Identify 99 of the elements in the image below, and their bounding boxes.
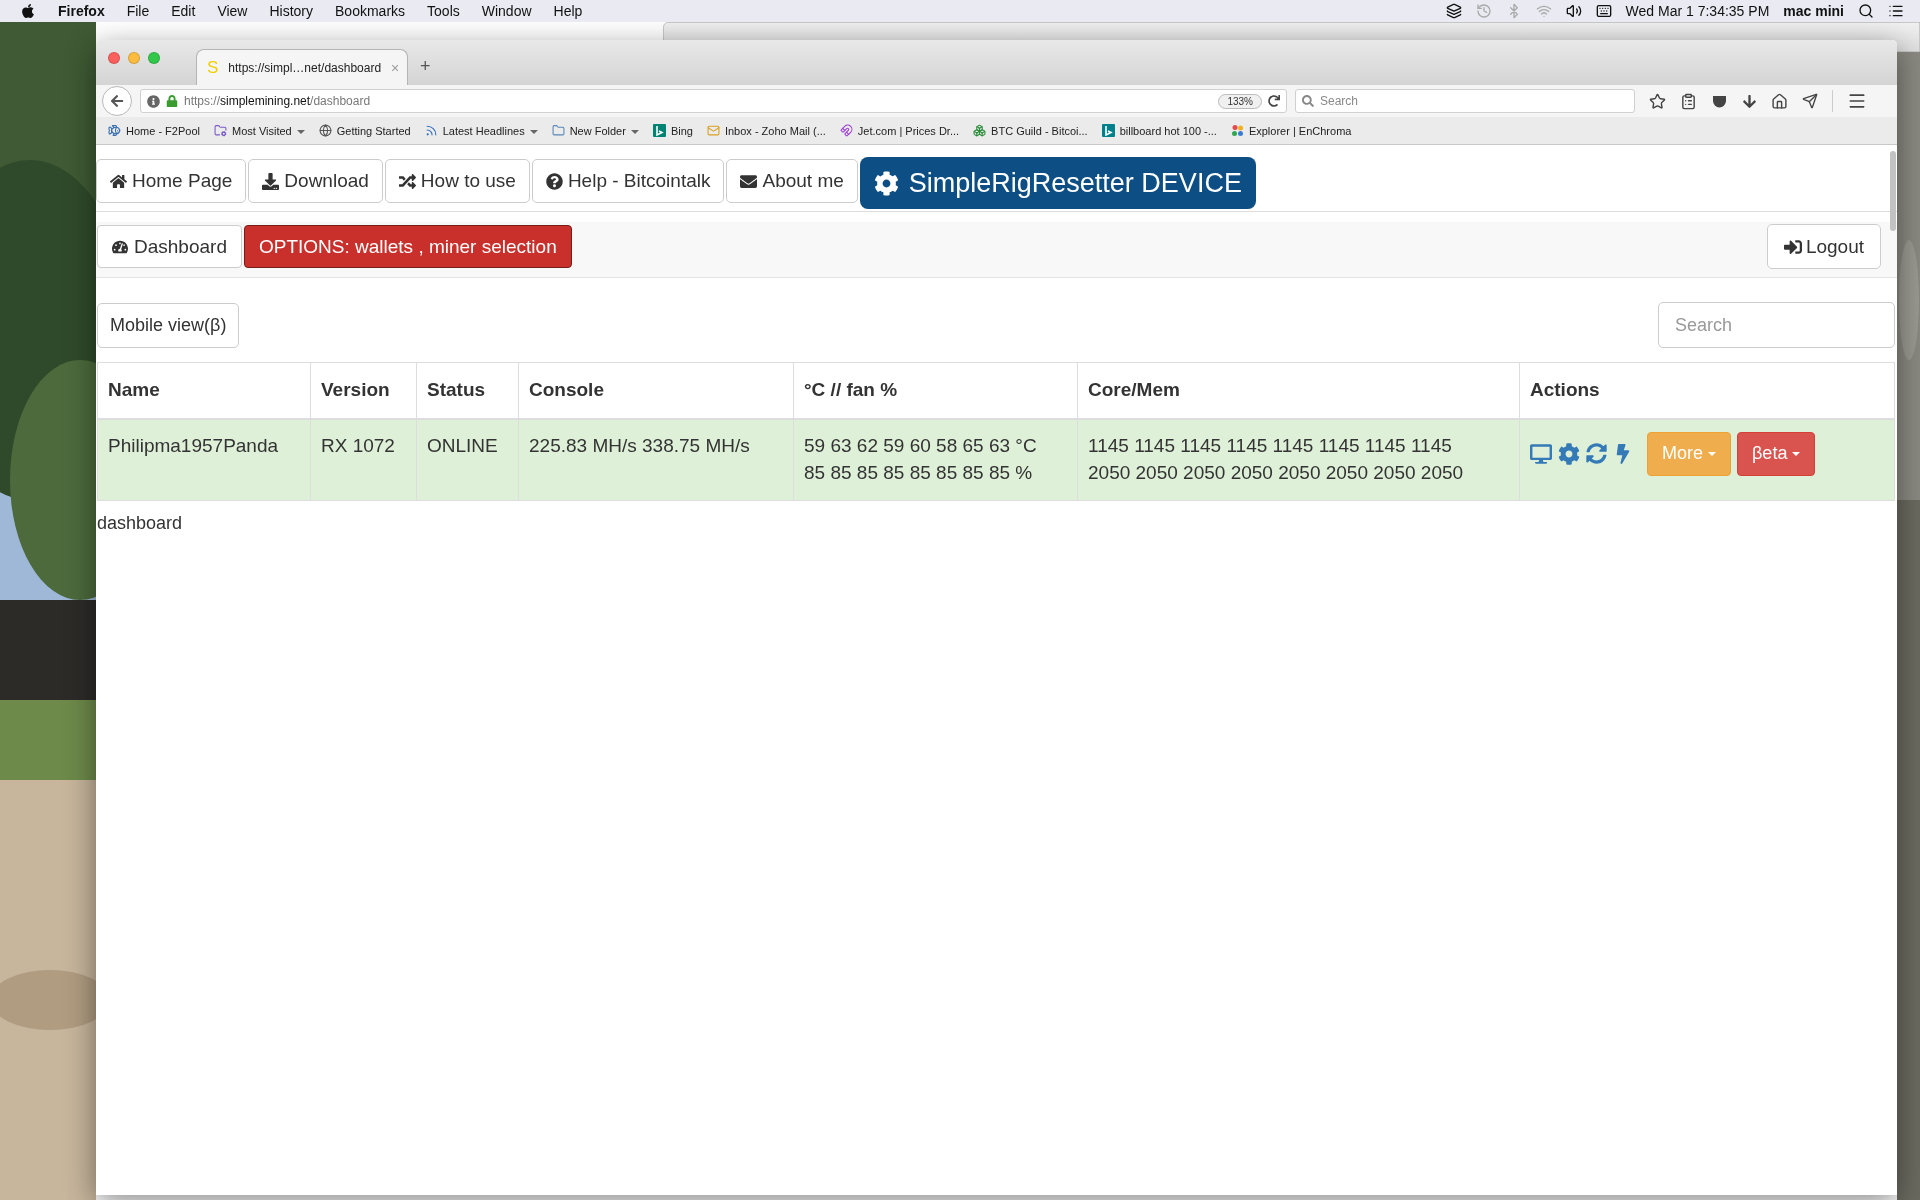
address-bar[interactable]: https://simplemining.net/dashboard 133%	[140, 89, 1287, 113]
layers-icon[interactable]	[1445, 3, 1462, 19]
rss-icon	[424, 124, 438, 137]
search-placeholder: Search	[1320, 94, 1359, 108]
star-icon[interactable]	[1649, 92, 1666, 110]
bookmark[interactable]: Bing	[652, 124, 693, 137]
bookmark[interactable]: Latest Headlines	[424, 124, 538, 137]
table-cell: 225.83 MH/s 338.75 MH/s	[518, 418, 794, 500]
beta-dropdown-button[interactable]: βeta	[1737, 431, 1816, 476]
send-icon[interactable]	[1802, 93, 1818, 109]
gear-icon	[873, 170, 899, 196]
blocks-icon	[973, 124, 987, 137]
keyboard-icon[interactable]	[1595, 3, 1612, 19]
nav-button[interactable]: About me	[726, 159, 858, 203]
table-cell: 59 63 62 59 60 58 65 63 °C 85 85 85 85 85 85 85 85 %	[793, 418, 1078, 500]
dots-icon	[1230, 124, 1244, 137]
column-header[interactable]: °C // fan %	[793, 362, 1078, 419]
bookmark[interactable]: Jet.com | Prices Dr...	[839, 124, 960, 137]
bookmark[interactable]: Inbox - Zoho Mail (...	[706, 124, 826, 137]
table-cell: ONLINE	[416, 418, 519, 500]
column-header[interactable]: Version	[310, 362, 417, 419]
column-header[interactable]: Core/Mem	[1077, 362, 1520, 419]
reload-icon[interactable]	[1268, 95, 1280, 107]
column-header[interactable]: Status	[416, 362, 519, 419]
tab-title: https://simpl…net/dashboard	[228, 60, 382, 75]
folder-icon	[551, 124, 565, 137]
column-header[interactable]: Name	[97, 362, 311, 419]
search-field[interactable]: Search	[1658, 302, 1895, 348]
favicon: S	[207, 57, 219, 78]
menu-icon[interactable]	[1847, 91, 1867, 111]
footer-text: dashboard	[96, 511, 184, 535]
envelope-icon	[706, 124, 720, 137]
folder-icon	[214, 124, 227, 137]
close-icon[interactable]	[108, 52, 120, 64]
envelope-icon	[740, 172, 758, 190]
menu-item[interactable]: Help	[553, 3, 583, 19]
home-icon[interactable]	[1771, 92, 1788, 110]
zoom-badge[interactable]: 133%	[1218, 93, 1262, 109]
bookmark[interactable]: billboard hot 100 -...	[1101, 124, 1217, 137]
login-icon	[1783, 237, 1802, 256]
bookmark[interactable]: New Folder	[551, 124, 639, 137]
shuffle-icon	[398, 172, 416, 190]
monitor-icon[interactable]	[1530, 442, 1552, 465]
table-cell: 1145 1145 1145 1145 1145 1145 1145 1145 2050 2050 2050 2050 2050 2050 2050 2050	[1077, 418, 1520, 500]
menu-item[interactable]: Tools	[427, 3, 460, 19]
info-icon[interactable]	[147, 94, 160, 108]
globe-icon	[318, 124, 332, 137]
column-header[interactable]: Actions	[1519, 362, 1895, 419]
brand-button[interactable]: SimpleRigResetter DEVICE	[859, 157, 1256, 209]
bookmark[interactable]: Home - F2Pool	[108, 124, 200, 137]
menu-item[interactable]: Window	[481, 3, 532, 19]
app-menu[interactable]: Firefox	[58, 3, 105, 19]
table-cell: Philipma1957Panda	[97, 418, 311, 500]
menu-item[interactable]: History	[269, 3, 314, 19]
table-cell: RX 1072	[310, 418, 417, 500]
gauge-icon	[112, 238, 128, 255]
bookmark[interactable]: Getting Started	[318, 124, 411, 137]
download-icon[interactable]	[1742, 93, 1757, 109]
logout-button[interactable]: Logout	[1766, 224, 1881, 269]
scrollbar[interactable]	[1890, 151, 1896, 231]
download-icon	[262, 172, 280, 190]
fish-icon	[108, 124, 121, 137]
user-name[interactable]: mac mini	[1783, 3, 1844, 19]
bookmark[interactable]: Most Visited	[214, 124, 305, 137]
search-field[interactable]: Search	[1295, 89, 1635, 113]
clock[interactable]: Wed Mar 1 7:34:35 PM	[1625, 3, 1770, 19]
bookmark[interactable]: Explorer | EnChroma	[1230, 124, 1352, 137]
column-header[interactable]: Console	[518, 362, 794, 419]
clipboard-icon[interactable]	[1680, 92, 1697, 110]
back-arrow-icon	[110, 94, 124, 108]
gear-icon[interactable]	[1558, 442, 1580, 465]
url-text: https://simplemining.net/dashboard	[184, 94, 372, 108]
magnet-icon	[839, 124, 853, 137]
dashboard-button[interactable]: Dashboard	[97, 225, 242, 268]
volume-icon[interactable]	[1565, 3, 1582, 19]
nav-button[interactable]: Help - Bitcointalk	[531, 159, 725, 203]
list-icon[interactable]	[1888, 3, 1904, 19]
lock-icon	[166, 95, 178, 107]
nav-button[interactable]: Home Page	[96, 159, 247, 203]
logo-icon	[652, 124, 666, 137]
back-button[interactable]	[102, 86, 132, 116]
bookmark[interactable]: BTC Guild - Bitcoi...	[973, 124, 1088, 137]
menu-item[interactable]: View	[217, 3, 248, 19]
browser-tab[interactable]: S https://simpl…net/dashboard ×	[196, 49, 408, 85]
home-icon	[110, 172, 127, 190]
refresh-icon[interactable]	[1586, 443, 1607, 464]
logo-icon	[1101, 124, 1115, 137]
search-icon	[1302, 95, 1314, 107]
search-icon[interactable]	[1858, 3, 1874, 19]
help-icon	[545, 172, 563, 190]
menu-item[interactable]: File	[126, 3, 150, 19]
menu-item[interactable]: Edit	[171, 3, 196, 19]
apple-icon[interactable]	[20, 3, 36, 19]
mobile-view-button[interactable]: Mobile view(β)	[97, 303, 240, 348]
menu-item[interactable]: Bookmarks	[335, 3, 406, 19]
nav-button[interactable]: Download	[248, 159, 383, 203]
new-tab-button[interactable]: +	[420, 56, 431, 77]
nav-button[interactable]: How to use	[384, 159, 530, 203]
options-button[interactable]: OPTIONS: wallets , miner selection	[243, 225, 572, 268]
